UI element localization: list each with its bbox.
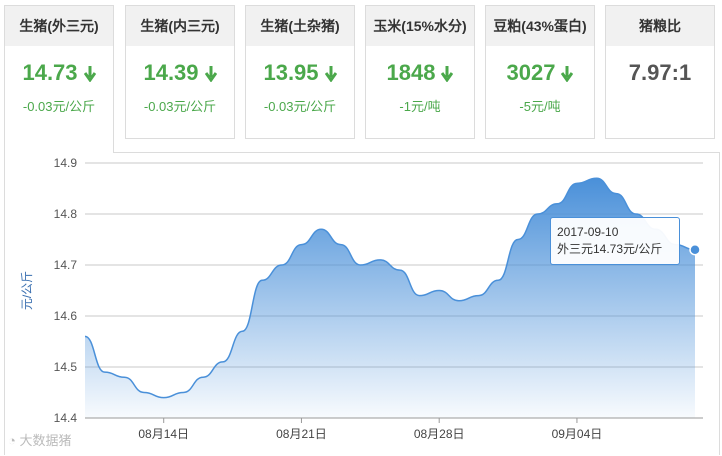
card-pig-local[interactable]: 生猪(土杂猪) 13.95 -0.03元/公斤 [245,5,355,139]
highlight-point [689,243,701,256]
card-value: 3027 [486,60,594,88]
card-value: 14.39 [126,60,234,88]
card-title: 生猪(外三元) [5,6,113,46]
card-change: -0.03元/公斤 [143,99,217,114]
card-title: 玉米(15%水分) [366,6,474,46]
arrow-down-icon [561,62,574,88]
card-value: 1848 [366,60,474,88]
y-tick-label: 14.6 [54,309,78,323]
card-change: -1元/吨 [399,99,441,114]
card-pig-inner[interactable]: 生猪(内三元) 14.39 -0.03元/公斤 [125,5,235,139]
price-chart: 14.4 14.5 14.6 14.7 14.8 14.9 元/公斤 08月14日 08月21日… [4,152,720,455]
y-axis-label: 元/公斤 [20,271,34,310]
x-tick-label: 08月14日 [138,427,189,441]
card-corn[interactable]: 玉米(15%水分) 1848 -1元/吨 [365,5,475,139]
y-tick-label: 14.8 [54,207,78,221]
tooltip-value: 外三元14.73元/公斤 [557,242,663,256]
card-value: 13.95 [246,60,354,88]
arrow-down-icon [83,62,96,88]
tooltip-date: 2017-09-10 [557,225,619,239]
area-chart: 14.4 14.5 14.6 14.7 14.8 14.9 元/公斤 08月14日 08月21日… [20,156,703,441]
card-change: -5元/吨 [519,99,561,114]
y-tick-label: 14.7 [54,258,78,272]
card-title: 猪粮比 [606,6,714,46]
y-tick-label: 14.9 [54,156,78,170]
card-title: 生猪(内三元) [126,6,234,46]
watermark-icon: ◔ [8,433,16,448]
card-value: 7.97:1 [628,60,692,85]
card-pig-grain-ratio[interactable]: 猪粮比 7.97:1 [605,5,715,139]
card-change: -0.03元/公斤 [263,99,337,114]
price-cards: 生猪(外三元) 14.73 -0.03元/公斤 生猪(内三元) 14.39 -0… [0,0,722,153]
card-soymeal[interactable]: 豆粕(43%蛋白) 3027 -5元/吨 [485,5,595,139]
y-tick-label: 14.5 [54,360,78,374]
watermark: ◔ 大数据猪 [8,430,72,449]
card-value: 14.73 [5,60,113,88]
y-tick-label: 14.4 [54,411,78,425]
card-title: 生猪(土杂猪) [246,6,354,46]
arrow-down-icon [204,62,217,88]
card-title: 豆粕(43%蛋白) [486,6,594,46]
arrow-down-icon [324,62,337,88]
chart-tooltip: 2017-09-10 外三元14.73元/公斤 [550,217,680,265]
watermark-text: 大数据猪 [19,433,72,448]
x-tick-label: 09月04日 [552,427,603,441]
card-change: -0.03元/公斤 [22,99,96,114]
x-tick-label: 08月28日 [414,427,465,441]
x-tick-label: 08月21日 [276,427,327,441]
arrow-down-icon [441,62,454,88]
card-pig-outer[interactable]: 生猪(外三元) 14.73 -0.03元/公斤 [4,5,114,153]
